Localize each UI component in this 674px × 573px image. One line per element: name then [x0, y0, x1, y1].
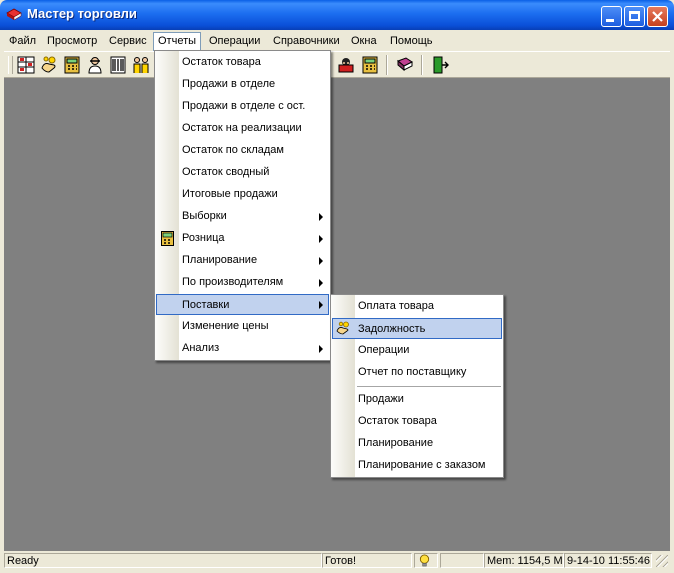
- calculator-icon: [161, 231, 174, 246]
- menu-item-label: Анализ: [182, 342, 220, 354]
- menu-item-sales[interactable]: Продажи: [332, 389, 502, 410]
- lightbulb-icon: [419, 554, 430, 567]
- menu-item-dept-sales[interactable]: Продажи в отделе: [156, 74, 329, 95]
- menu-item-stock[interactable]: Остаток товара: [156, 52, 329, 73]
- menu-operations[interactable]: Операции: [205, 33, 264, 49]
- menu-reports[interactable]: Отчеты: [153, 32, 202, 51]
- menu-item-by-manufacturer[interactable]: По производителям: [156, 272, 329, 293]
- menu-item-price-change[interactable]: Изменение цены: [156, 316, 329, 337]
- menu-service[interactable]: Сервис: [105, 33, 151, 49]
- menu-item-supplier-report[interactable]: Отчет по поставщику: [332, 362, 502, 383]
- menu-item-label: Продажи в отделе с ост.: [182, 100, 306, 112]
- menu-item-goods-stock[interactable]: Остаток товара: [332, 411, 502, 432]
- menu-item-label: Остаток сводный: [182, 166, 270, 178]
- toolbar-separator: [421, 55, 423, 75]
- menu-item-label: Продажи в отделе: [182, 78, 276, 90]
- calculator-icon[interactable]: [361, 56, 379, 74]
- menu-item-label: Остаток по складам: [182, 144, 284, 156]
- report-grid-icon[interactable]: [17, 56, 35, 74]
- status-memory: Mem: 1154,5 МБ: [484, 553, 564, 568]
- menu-item-label: Продажи: [358, 393, 404, 405]
- menu-item-analysis[interactable]: Анализ: [156, 338, 329, 359]
- barcode-icon[interactable]: [109, 56, 127, 74]
- menu-windows[interactable]: Окна: [347, 33, 381, 49]
- menu-item-label: Остаток товара: [358, 415, 437, 427]
- submenu-arrow-icon: [319, 345, 323, 353]
- menu-item-summary-stock[interactable]: Остаток сводный: [156, 162, 329, 183]
- menu-item-consignment-stock[interactable]: Остаток на реализации: [156, 118, 329, 139]
- cashier-icon[interactable]: [337, 56, 355, 74]
- menu-item-warehouse-stock[interactable]: Остаток по складам: [156, 140, 329, 161]
- exit-door-icon[interactable]: [431, 56, 449, 74]
- menu-item-label: Оплата товара: [358, 300, 435, 312]
- menu-item-goods-payment[interactable]: Оплата товара: [332, 296, 502, 317]
- toolbar-separator: [386, 55, 388, 75]
- menu-item-label: Розница: [182, 232, 225, 244]
- menu-item-label: Итоговые продажи: [182, 188, 278, 200]
- supplies-submenu: Оплата товара Задолжность Операции Отчет…: [330, 294, 504, 478]
- hand-coins-icon[interactable]: [40, 56, 58, 74]
- toolbar: [4, 51, 670, 78]
- menu-item-label: Планирование с заказом: [358, 459, 486, 471]
- menu-directories[interactable]: Справочники: [269, 33, 344, 49]
- minimize-icon: [606, 19, 614, 22]
- submenu-arrow-icon: [319, 213, 323, 221]
- reports-menu: Остаток товара Продажи в отделе Продажи …: [154, 50, 331, 361]
- menu-help[interactable]: Помощь: [386, 33, 437, 49]
- menu-separator: [357, 386, 501, 387]
- menu-file[interactable]: Файл: [5, 33, 40, 49]
- maximize-button[interactable]: [624, 6, 645, 27]
- status-indicator: [414, 553, 438, 568]
- menu-item-planning[interactable]: Планирование: [332, 433, 502, 454]
- close-button[interactable]: [647, 6, 668, 27]
- status-message: Готов!: [322, 553, 412, 568]
- minimize-button[interactable]: [601, 6, 622, 27]
- menu-item-label: Операции: [358, 344, 410, 356]
- book-icon[interactable]: [396, 56, 414, 74]
- title-bar[interactable]: Мастер торговли: [0, 0, 674, 30]
- menu-item-label: Задолжность: [358, 323, 426, 335]
- menu-bar: Файл Просмотр Сервис Отчеты Операции Спр…: [4, 31, 670, 51]
- menu-item-selections[interactable]: Выборки: [156, 206, 329, 227]
- status-ready: Ready: [4, 553, 322, 568]
- menu-item-total-sales[interactable]: Итоговые продажи: [156, 184, 329, 205]
- people-icon[interactable]: [132, 56, 150, 74]
- menu-item-planning-with-order[interactable]: Планирование с заказом: [332, 455, 502, 476]
- menu-item-label: Остаток товара: [182, 56, 261, 68]
- app-window: Мастер торговли Файл Просмотр Сервис Отч…: [0, 0, 674, 573]
- menu-item-label: Планирование: [182, 254, 258, 266]
- status-empty-panel: [440, 553, 484, 568]
- hand-coins-icon: [336, 321, 349, 335]
- status-datetime: 9-14-10 11:55:46: [564, 553, 652, 568]
- close-icon: [652, 11, 663, 22]
- menu-view[interactable]: Просмотр: [43, 33, 101, 49]
- menu-item-debt[interactable]: Задолжность: [332, 318, 502, 339]
- submenu-arrow-icon: [319, 279, 323, 287]
- menu-item-label: Изменение цены: [182, 320, 269, 332]
- menu-item-operations[interactable]: Операции: [332, 340, 502, 361]
- resize-grip[interactable]: [656, 555, 668, 567]
- menu-item-label: Отчет по поставщику: [358, 366, 467, 378]
- calculator-icon[interactable]: [63, 56, 81, 74]
- worker-icon[interactable]: [86, 56, 104, 74]
- submenu-arrow-icon: [319, 301, 323, 309]
- menu-item-label: Выборки: [182, 210, 227, 222]
- menu-item-label: Поставки: [182, 299, 230, 311]
- red-book-icon: [6, 8, 22, 21]
- menu-item-label: По производителям: [182, 276, 284, 288]
- toolbar-grip[interactable]: [8, 56, 13, 74]
- menu-item-planning[interactable]: Планирование: [156, 250, 329, 271]
- submenu-arrow-icon: [319, 235, 323, 243]
- menu-item-retail[interactable]: Розница: [156, 228, 329, 249]
- menu-item-label: Планирование: [358, 437, 434, 449]
- maximize-icon: [629, 11, 640, 21]
- menu-item-supplies[interactable]: Поставки: [156, 294, 329, 315]
- status-bar: Ready Готов! Mem: 1154,5 МБ 9-14-10 11:5…: [4, 552, 670, 570]
- window-title: Мастер торговли: [27, 6, 137, 21]
- menu-item-label: Остаток на реализации: [182, 122, 302, 134]
- menu-item-dept-sales-stock[interactable]: Продажи в отделе с ост.: [156, 96, 329, 117]
- submenu-arrow-icon: [319, 257, 323, 265]
